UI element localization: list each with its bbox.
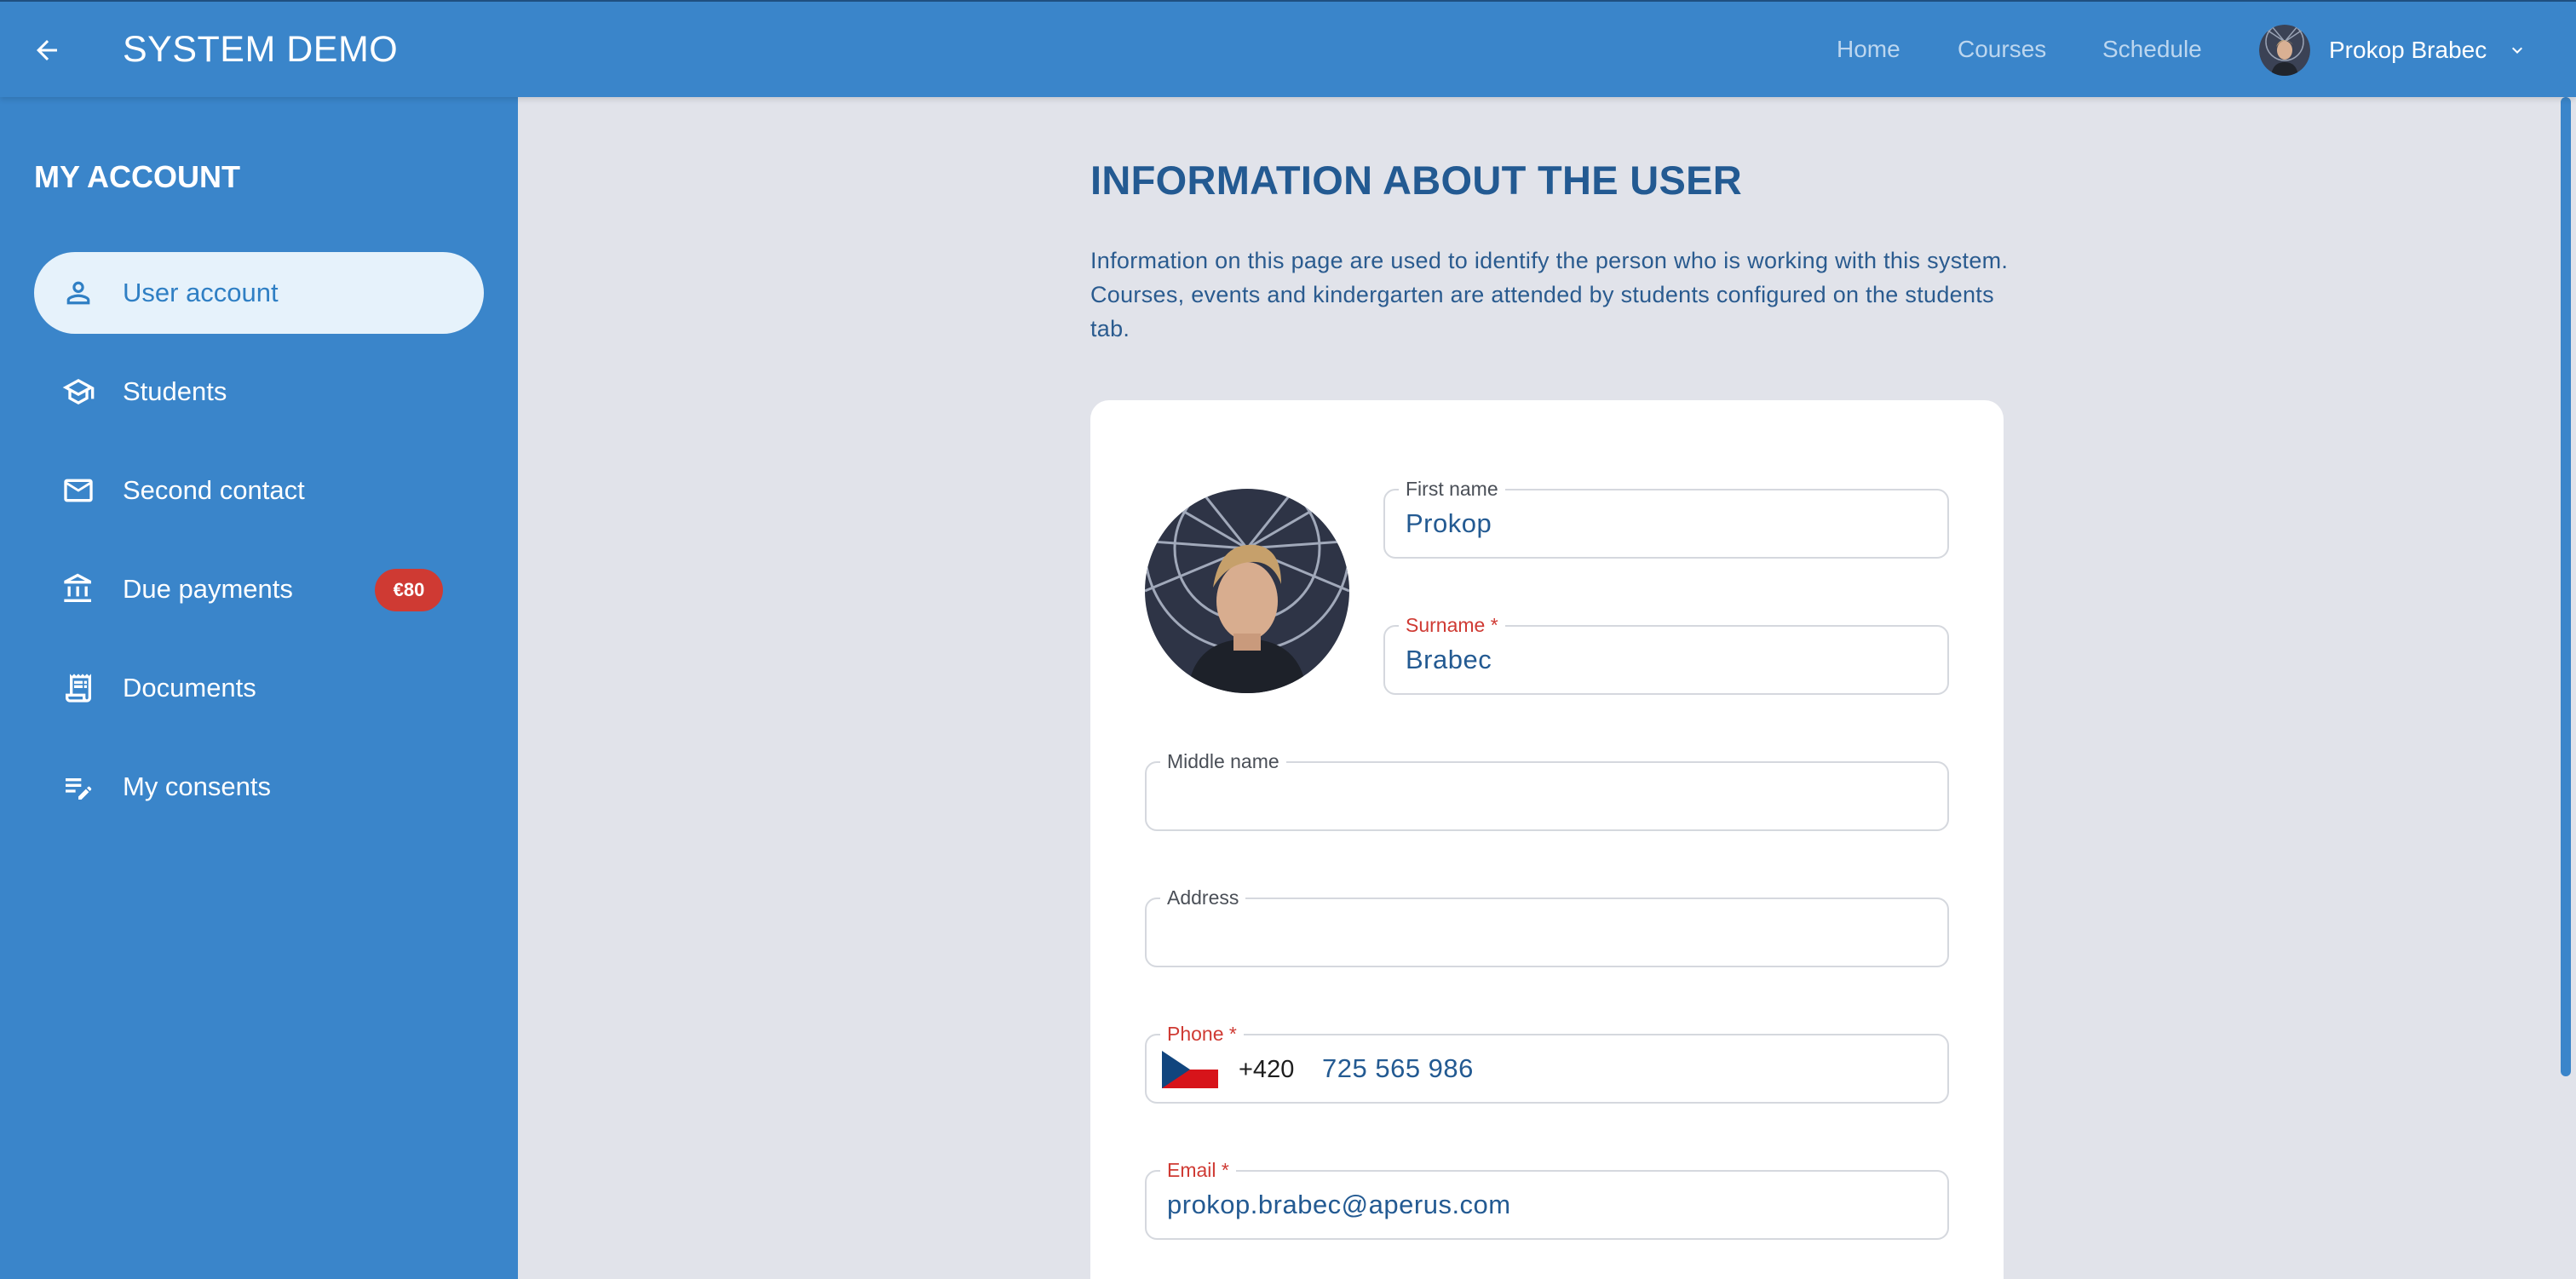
sidebar-item-label: Due payments (123, 574, 293, 604)
first-name-value[interactable]: Prokop (1406, 508, 2155, 540)
phone-field[interactable]: Phone * +420 725 565 986 (1145, 1022, 1949, 1104)
page-title: INFORMATION ABOUT THE USER (1090, 158, 1742, 203)
surname-label: Surname * (1399, 613, 1505, 637)
sidebar: MY ACCOUNT User account Students Second … (0, 97, 518, 1279)
due-payments-badge: €80 (375, 569, 443, 611)
surname-value[interactable]: Brabec (1406, 644, 2155, 676)
email-field[interactable]: Email * prokop.brabec@aperus.com (1145, 1158, 1949, 1240)
sidebar-heading: MY ACCOUNT (34, 159, 240, 194)
user-menu[interactable]: Prokop Brabec (2259, 24, 2527, 77)
list-edit-icon (66, 778, 92, 800)
sidebar-item-students[interactable]: Students (34, 351, 484, 433)
nav-home-link[interactable]: Home (1837, 34, 1900, 65)
chevron-down-icon (2512, 47, 2523, 54)
sidebar-item-label: Second contact (123, 475, 305, 505)
nav-schedule-link[interactable]: Schedule (2102, 34, 2202, 65)
scrollbar-thumb[interactable] (2561, 97, 2571, 1076)
first-name-field[interactable]: First name Prokop (1383, 477, 1949, 559)
sidebar-item-second-contact[interactable]: Second contact (34, 450, 484, 531)
sidebar-item-documents[interactable]: Documents (34, 647, 484, 729)
address-label: Address (1160, 886, 1246, 909)
middle-name-label: Middle name (1160, 749, 1286, 773)
top-app-bar: SYSTEM DEMO Home Courses Schedule Prokop… (0, 0, 2576, 97)
phone-label: Phone * (1160, 1022, 1244, 1046)
first-name-label: First name (1399, 477, 1505, 501)
graduation-cap-icon (62, 379, 95, 404)
person-icon (66, 281, 90, 305)
nav-courses-link[interactable]: Courses (1958, 34, 2046, 65)
bank-icon (64, 573, 91, 602)
sidebar-item-due-payments[interactable]: Due payments €80 (34, 548, 484, 630)
sidebar-item-user-account[interactable]: User account (34, 252, 484, 334)
sidebar-item-label: Students (123, 376, 227, 406)
sidebar-item-label: User account (123, 278, 279, 307)
email-value[interactable]: prokop.brabec@aperus.com (1167, 1189, 1917, 1221)
page-description: Information on this page are used to ide… (1090, 248, 2009, 341)
surname-field[interactable]: Surname * Brabec (1383, 613, 1949, 695)
user-name: Prokop Brabec (2329, 37, 2487, 63)
app-title: SYSTEM DEMO (123, 29, 399, 70)
czech-flag-icon[interactable] (1162, 1051, 1218, 1088)
arrow-left-icon (37, 40, 57, 60)
envelope-icon (64, 479, 93, 502)
user-info-card: First name Prokop Surname * Brabec Middl… (1090, 400, 2004, 1279)
email-label: Email * (1160, 1158, 1236, 1182)
sidebar-item-label: Documents (123, 673, 256, 703)
address-field[interactable]: Address (1145, 886, 1949, 967)
phone-value[interactable]: 725 565 986 (1322, 1052, 1918, 1085)
avatar (2259, 25, 2310, 76)
profile-photo[interactable] (1145, 489, 1349, 693)
phone-dial-code: +420 (1239, 1056, 1295, 1083)
sidebar-item-label: My consents (123, 771, 272, 801)
back-button[interactable] (26, 29, 68, 72)
receipt-icon (66, 674, 91, 703)
middle-name-field[interactable]: Middle name (1145, 749, 1949, 831)
sidebar-item-my-consents[interactable]: My consents (34, 746, 484, 828)
